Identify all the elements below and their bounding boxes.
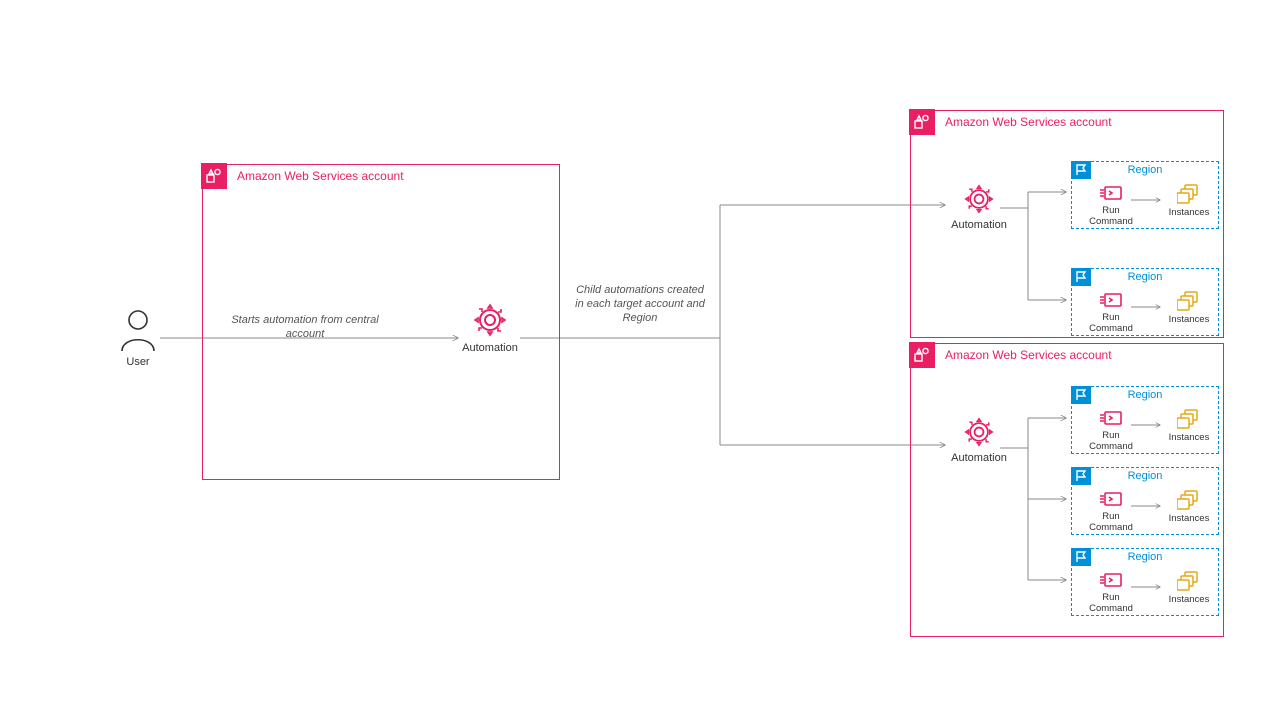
region-box: Region Run Command Instances <box>1071 548 1219 616</box>
annotation-child: Child automations created in each target… <box>575 284 705 325</box>
automation-icon <box>963 183 995 215</box>
instances-icon <box>1177 490 1201 513</box>
account-icon <box>909 109 935 135</box>
user-label: User <box>108 356 168 368</box>
run-command-icon <box>1099 409 1123 430</box>
automation-label: Automation <box>939 219 1019 231</box>
account-icon <box>201 163 227 189</box>
run-command-label: Run Command <box>1082 592 1140 614</box>
run-command-icon <box>1099 184 1123 205</box>
account-icon <box>909 342 935 368</box>
region-box: Region Run Command Instances <box>1071 161 1219 229</box>
region-title: Region <box>1072 470 1218 482</box>
annotation-start: Starts automation from central account <box>215 314 395 342</box>
run-command-label: Run Command <box>1082 312 1140 334</box>
instances-label: Instances <box>1164 314 1214 325</box>
run-command-icon <box>1099 571 1123 592</box>
instances-label: Instances <box>1164 594 1214 605</box>
run-command-label: Run Command <box>1082 205 1140 227</box>
region-title: Region <box>1072 551 1218 563</box>
region-box: Region Run Command Instances <box>1071 268 1219 336</box>
target-account-top: Amazon Web Services account Automation R… <box>910 110 1224 338</box>
instances-icon <box>1177 409 1201 432</box>
run-command-icon <box>1099 490 1123 511</box>
instances-label: Instances <box>1164 207 1214 218</box>
automation-label: Automation <box>939 452 1019 464</box>
automation-icon <box>963 416 995 448</box>
instances-icon <box>1177 291 1201 314</box>
region-title: Region <box>1072 389 1218 401</box>
region-box: Region Run Command Instances <box>1071 467 1219 535</box>
run-command-icon <box>1099 291 1123 312</box>
target-account-title: Amazon Web Services account <box>945 115 1112 129</box>
instances-label: Instances <box>1164 513 1214 524</box>
run-command-label: Run Command <box>1082 430 1140 452</box>
run-command-label: Run Command <box>1082 511 1140 533</box>
instances-icon <box>1177 571 1201 594</box>
target-automation: Automation <box>939 416 1019 464</box>
region-box: Region Run Command Instances <box>1071 386 1219 454</box>
central-automation: Automation <box>450 302 530 354</box>
automation-icon <box>472 302 508 338</box>
target-account-title: Amazon Web Services account <box>945 348 1112 362</box>
region-title: Region <box>1072 271 1218 283</box>
instances-label: Instances <box>1164 432 1214 443</box>
target-account-bottom: Amazon Web Services account Automation R… <box>910 343 1224 637</box>
automation-label: Automation <box>450 342 530 354</box>
user-icon <box>120 308 156 352</box>
target-automation: Automation <box>939 183 1019 231</box>
instances-icon <box>1177 184 1201 207</box>
region-title: Region <box>1072 164 1218 176</box>
central-account-title: Amazon Web Services account <box>237 169 404 183</box>
